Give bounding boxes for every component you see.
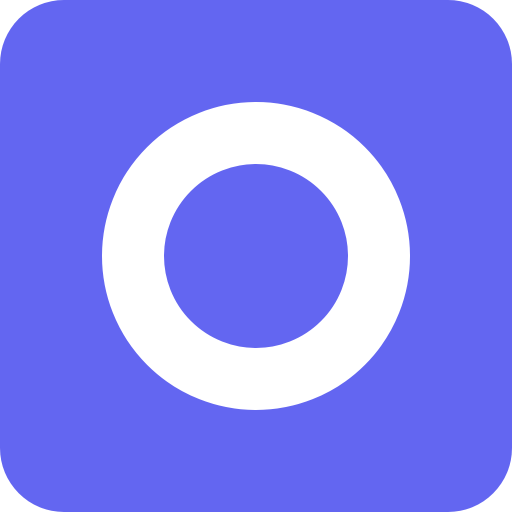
app-icon-graphic bbox=[0, 0, 512, 512]
app-icon-background bbox=[0, 0, 512, 512]
app-icon[interactable] bbox=[0, 0, 512, 512]
